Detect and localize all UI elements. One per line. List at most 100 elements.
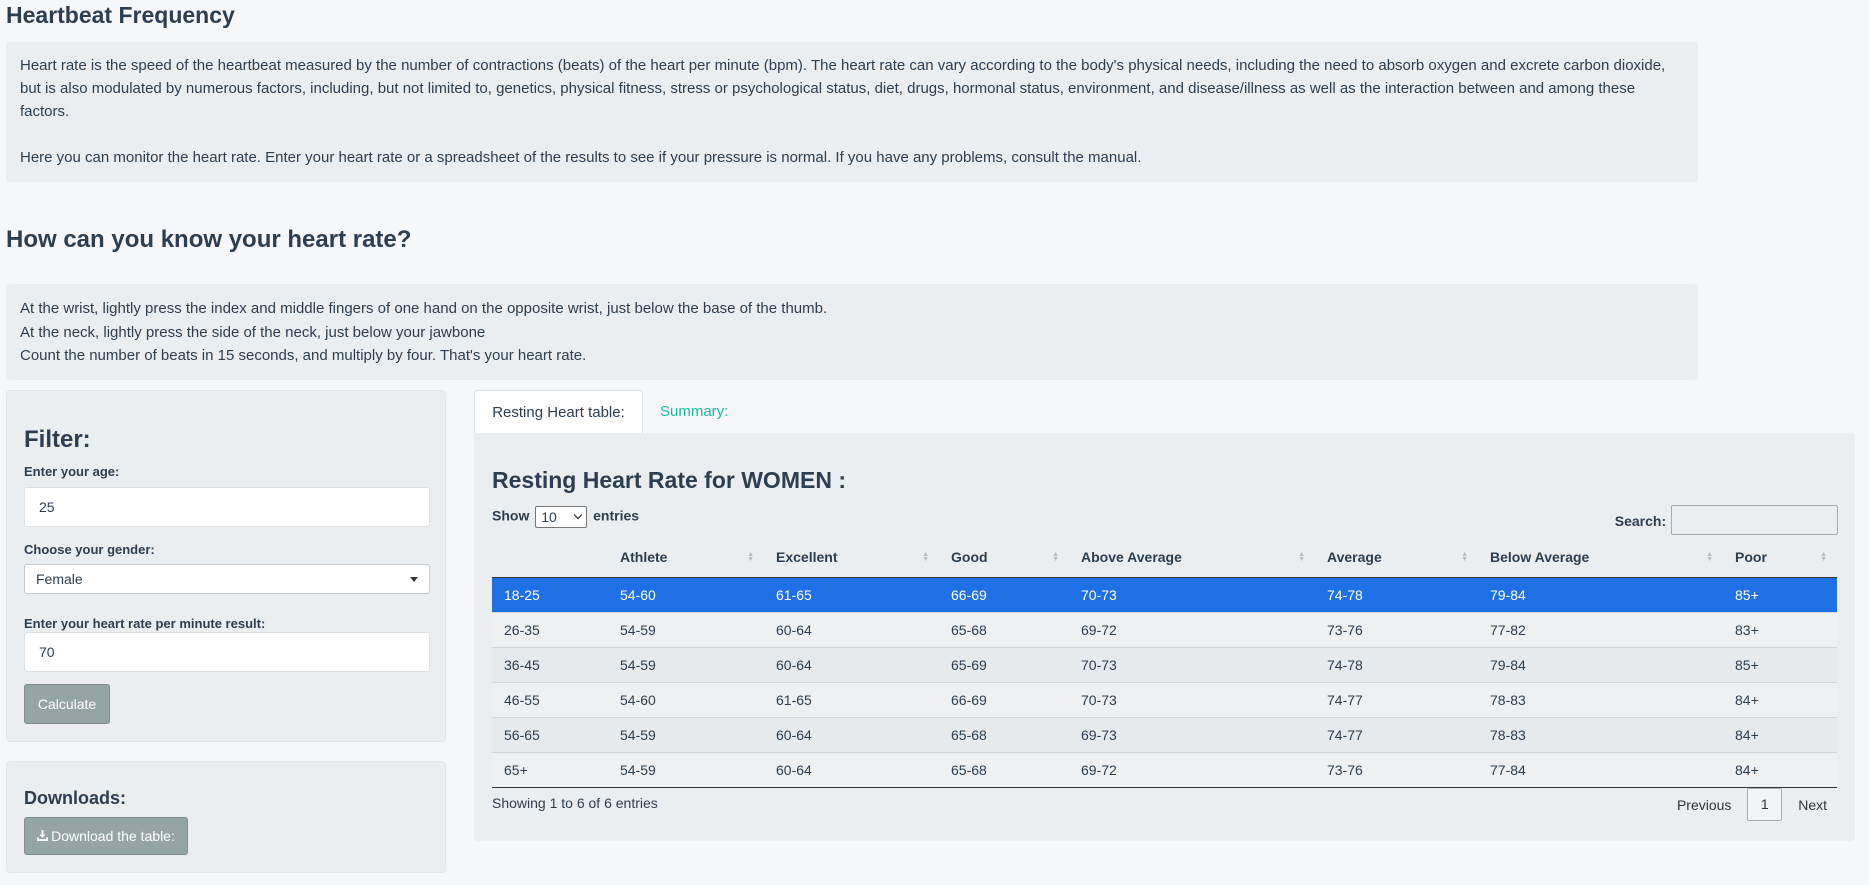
sort-icon: ▲ ▼ (1820, 551, 1827, 563)
column-header[interactable]: Excellent ▲ ▼ (764, 537, 939, 578)
table-cell: 84+ (1723, 751, 1837, 788)
downloads-panel: Downloads: Download the table: (6, 761, 446, 873)
column-header[interactable]: Athlete ▲ ▼ (608, 537, 764, 578)
table-cell: 65-68 (939, 611, 1069, 647)
table-row[interactable]: 65+ 54-59 60-64 65-68 69-72 73-76 77-84 84+ (492, 751, 1837, 788)
entries-label: entries (593, 507, 640, 524)
gender-label: Choose your gender: (24, 542, 155, 557)
column-header[interactable]: Poor ▲ ▼ (1723, 537, 1837, 578)
table-cell: 60-64 (764, 716, 939, 752)
column-header[interactable]: Below Average ▲ ▼ (1478, 537, 1723, 578)
gender-select-value: Female (36, 571, 83, 587)
sort-icon: ▲ ▼ (1706, 551, 1713, 563)
table-row[interactable]: 46-55 54-60 61-65 66-69 70-73 74-77 78-83 84+ (492, 681, 1837, 717)
age-range-cell: 36-45 (492, 646, 608, 682)
sort-icon: ▲ ▼ (922, 551, 929, 563)
table-cell: 70-73 (1069, 576, 1315, 612)
search-label: Search: (1614, 512, 1667, 529)
table-row[interactable]: 26-35 54-59 60-64 65-68 69-72 73-76 77-82 83+ (492, 611, 1837, 647)
table-cell: 54-60 (608, 681, 764, 717)
table-title: Resting Heart Rate for WOMEN : (492, 467, 846, 493)
table-row[interactable]: 56-65 54-59 60-64 65-68 69-73 74-77 78-83 84+ (492, 716, 1837, 752)
table-cell: 79-84 (1478, 576, 1723, 612)
search-input[interactable] (1671, 505, 1838, 535)
table-cell: 61-65 (764, 681, 939, 717)
intro-paragraph-2: Here you can monitor the heart rate. Ent… (20, 149, 1142, 166)
heart-rate-input[interactable]: 70 (24, 632, 430, 672)
howto-panel: At the wrist, lightly press the index an… (6, 284, 1698, 380)
intro-paragraph-1: Heart rate is the speed of the heartbeat… (20, 57, 1666, 120)
age-range-cell: 65+ (492, 751, 608, 788)
table-cell: 74-78 (1315, 576, 1478, 612)
tab-summary[interactable]: Summary: (660, 390, 728, 434)
column-header[interactable]: Above Average ▲ ▼ (1069, 537, 1315, 578)
table-cell: 84+ (1723, 681, 1837, 717)
table-cell: 83+ (1723, 611, 1837, 647)
pagination-page-1[interactable]: 1 (1747, 788, 1783, 821)
table-cell: 73-76 (1315, 751, 1478, 788)
table-cell: 85+ (1723, 576, 1837, 612)
table-search: Search: (1615, 505, 1838, 535)
table-cell: 73-76 (1315, 611, 1478, 647)
howto-line: At the neck, lightly press the side of t… (20, 323, 486, 341)
chevron-down-icon (573, 510, 583, 520)
table-cell: 65-68 (939, 751, 1069, 788)
column-header[interactable]: Good ▲ ▼ (939, 537, 1069, 578)
column-header[interactable]: Average ▲ ▼ (1315, 537, 1478, 578)
pagination-next[interactable]: Next (1786, 797, 1839, 813)
table-cell: 85+ (1723, 646, 1837, 682)
filter-title: Filter: (24, 426, 91, 453)
howto-line: Count the number of beats in 15 seconds,… (20, 347, 587, 364)
page-title: Heartbeat Frequency (6, 2, 235, 28)
filter-panel: Filter: Enter your age: 25 Choose your g… (6, 390, 446, 742)
table-cell: 69-73 (1069, 716, 1315, 752)
tab-resting-heart-table[interactable]: Resting Heart table: (474, 390, 643, 434)
table-cell: 74-77 (1315, 681, 1478, 717)
table-row[interactable]: 18-25 54-60 61-65 66-69 70-73 74-78 79-84 85+ (492, 576, 1837, 612)
gender-select[interactable]: Female (24, 564, 430, 594)
table-cell: 69-72 (1069, 751, 1315, 788)
table-cell: 60-64 (764, 646, 939, 682)
download-table-button[interactable]: Download the table: (24, 817, 188, 855)
table-cell: 77-84 (1478, 751, 1723, 788)
table-cell: 61-65 (764, 576, 939, 612)
pagination: Previous 1 Next (1665, 788, 1839, 821)
sort-icon: ▲ ▼ (1052, 551, 1059, 563)
table-cell: 54-60 (608, 576, 764, 612)
resting-heart-table: Athlete ▲ ▼ Excellent ▲ ▼ Good ▲ ▼ Above Avera… (492, 537, 1837, 788)
sort-icon: ▲ ▼ (1461, 551, 1468, 563)
table-header-row: Athlete ▲ ▼ Excellent ▲ ▼ Good ▲ ▼ Above Avera… (492, 537, 1837, 578)
table-cell: 74-77 (1315, 716, 1478, 752)
table-row[interactable]: 36-45 54-59 60-64 65-69 70-73 74-78 79-84 85+ (492, 646, 1837, 682)
table-cell: 70-73 (1069, 681, 1315, 717)
table-cell: 79-84 (1478, 646, 1723, 682)
age-input[interactable]: 25 (24, 487, 430, 527)
table-cell: 69-72 (1069, 611, 1315, 647)
page-length-value: 10 (541, 509, 557, 525)
pagination-previous[interactable]: Previous (1665, 797, 1743, 813)
downloads-title: Downloads: (24, 788, 126, 808)
table-cell: 78-83 (1478, 716, 1723, 752)
page-length-control: Show 10 entries (492, 506, 639, 528)
page-length-select[interactable]: 10 (535, 506, 588, 528)
table-cell: 54-59 (608, 611, 764, 647)
column-header[interactable] (492, 537, 608, 578)
table-cell: 70-73 (1069, 646, 1315, 682)
table-cell: 54-59 (608, 751, 764, 788)
table-cell: 77-82 (1478, 611, 1723, 647)
age-label: Enter your age: (24, 464, 120, 479)
heart-rate-label: Enter your heart rate per minute result: (24, 616, 266, 631)
intro-panel: Heart rate is the speed of the heartbeat… (6, 42, 1698, 182)
age-range-cell: 18-25 (492, 576, 608, 612)
calculate-button[interactable]: Calculate (24, 684, 110, 724)
table-cell: 60-64 (764, 611, 939, 647)
table-cell: 65-69 (939, 646, 1069, 682)
table-cell: 78-83 (1478, 681, 1723, 717)
table-cell: 54-59 (608, 646, 764, 682)
table-cell: 66-69 (939, 681, 1069, 717)
age-range-cell: 46-55 (492, 681, 608, 717)
howto-title: How can you know your heart rate? (6, 226, 412, 253)
table-cell: 84+ (1723, 716, 1837, 752)
table-cell: 74-78 (1315, 646, 1478, 682)
download-icon (37, 819, 49, 855)
